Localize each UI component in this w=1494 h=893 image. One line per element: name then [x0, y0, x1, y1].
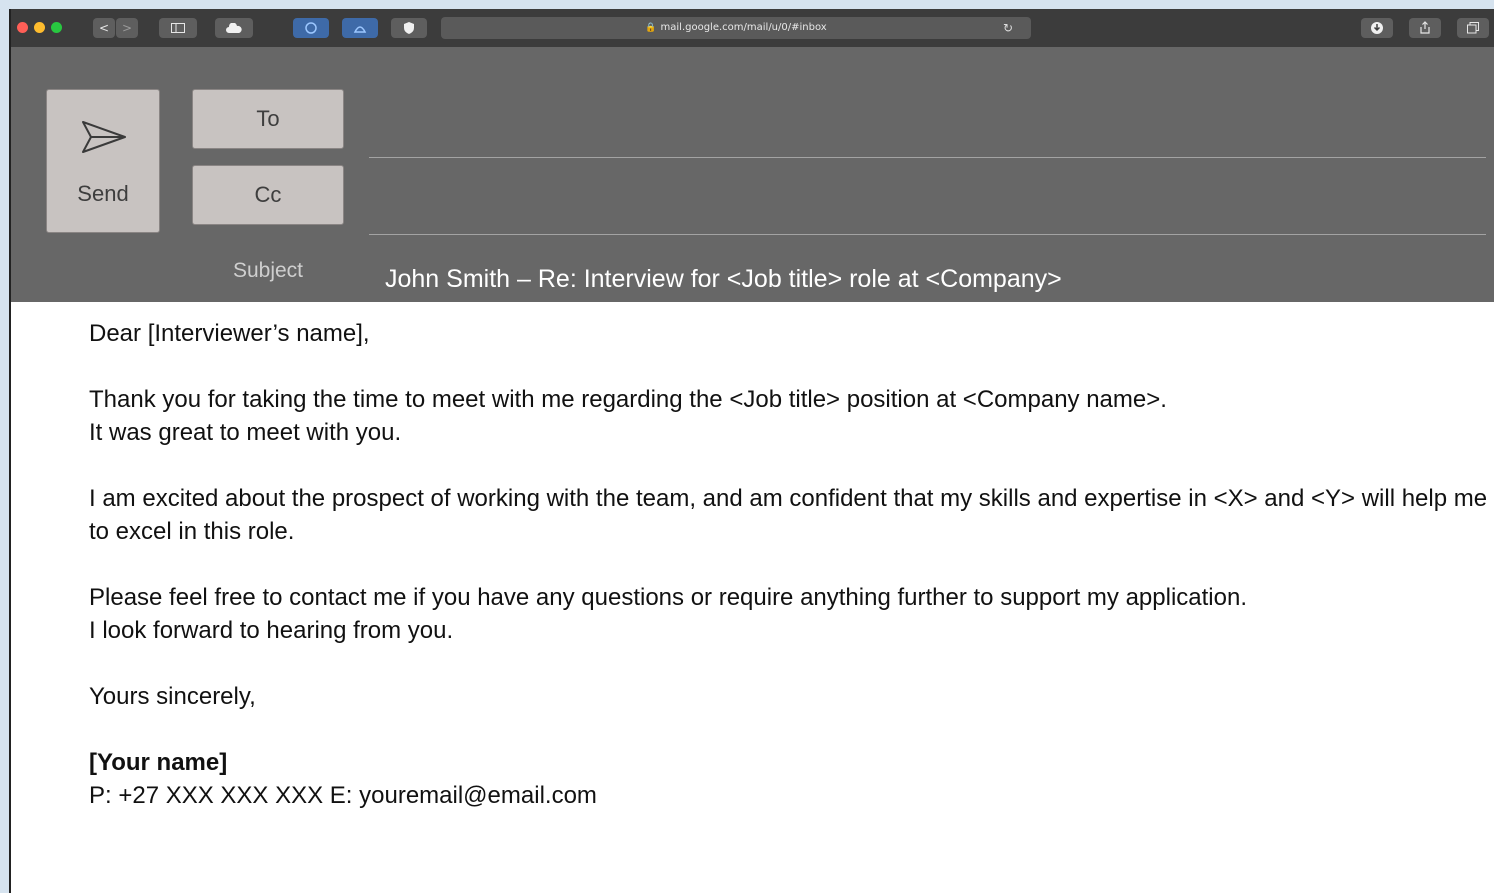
extension-icon — [353, 26, 367, 33]
tabs-icon — [1467, 22, 1479, 34]
extension-button-2[interactable] — [342, 18, 378, 38]
send-label: Send — [77, 181, 129, 206]
close-window-button[interactable] — [17, 22, 28, 33]
share-icon — [1420, 21, 1430, 34]
forward-button[interactable]: > — [116, 18, 138, 38]
icloud-tabs-button[interactable] — [215, 18, 253, 38]
reload-icon[interactable]: ↻ — [1003, 17, 1013, 39]
extension-icon — [305, 22, 317, 34]
paragraph-3-line-2: I look forward to hearing from you. — [89, 617, 454, 644]
to-button[interactable]: To — [192, 89, 344, 149]
sidebar-icon — [171, 23, 185, 33]
minimize-window-button[interactable] — [34, 22, 45, 33]
paragraph-1: Thank you for taking the time to meet wi… — [89, 383, 1489, 449]
paragraph-1-line-2: It was great to meet with you. — [89, 419, 402, 446]
share-button[interactable] — [1409, 18, 1441, 38]
message-body[interactable]: Dear [Interviewer’s name], Thank you for… — [89, 317, 1489, 812]
browser-window: < > 🔒mail.google.com/mail/u/0/#inbox ↻ — [9, 9, 1494, 893]
url-text: mail.google.com/mail/u/0/#inbox — [660, 22, 827, 33]
shield-icon — [404, 22, 414, 34]
back-button[interactable]: < — [93, 18, 115, 38]
send-icon — [82, 121, 126, 153]
compose-header: Send To Cc Subject John Smith – Re: Inte… — [11, 47, 1494, 302]
cc-button[interactable]: Cc — [192, 165, 344, 225]
downloads-button[interactable] — [1361, 18, 1393, 38]
tabs-overview-button[interactable] — [1457, 18, 1489, 38]
cc-field[interactable] — [369, 234, 1486, 235]
greeting: Dear [Interviewer’s name], — [89, 320, 370, 347]
to-field[interactable] — [369, 157, 1486, 158]
closing: Yours sincerely, — [89, 683, 256, 710]
cloud-icon — [226, 22, 242, 33]
address-bar[interactable]: 🔒 mail.google.com/mail/u/0/#inbox ↻ — [441, 17, 1031, 39]
signature-name: [Your name] — [89, 749, 228, 776]
paragraph-2: I am excited about the prospect of worki… — [89, 485, 1488, 545]
sidebar-toggle-button[interactable] — [159, 18, 197, 38]
extension-button-1[interactable] — [293, 18, 329, 38]
subject-label: Subject — [232, 259, 304, 282]
paragraph-3-line-1: Please feel free to contact me if you ha… — [89, 584, 1247, 611]
lock-icon: 🔒 — [645, 23, 657, 33]
subject-field[interactable]: John Smith – Re: Interview for <Job titl… — [385, 265, 1062, 294]
send-button[interactable]: Send — [46, 89, 160, 233]
paragraph-3: Please feel free to contact me if you ha… — [89, 581, 1489, 647]
zoom-window-button[interactable] — [51, 22, 62, 33]
privacy-shield-button[interactable] — [391, 18, 427, 38]
signature-contact: P: +27 XXX XXX XXX E: youremail@email.co… — [89, 782, 597, 809]
browser-toolbar: < > 🔒 mail.google.com/mail/u/0/#inbox ↻ — [11, 9, 1494, 48]
paragraph-1-line-1: Thank you for taking the time to meet wi… — [89, 386, 1167, 413]
download-icon — [1371, 22, 1383, 34]
